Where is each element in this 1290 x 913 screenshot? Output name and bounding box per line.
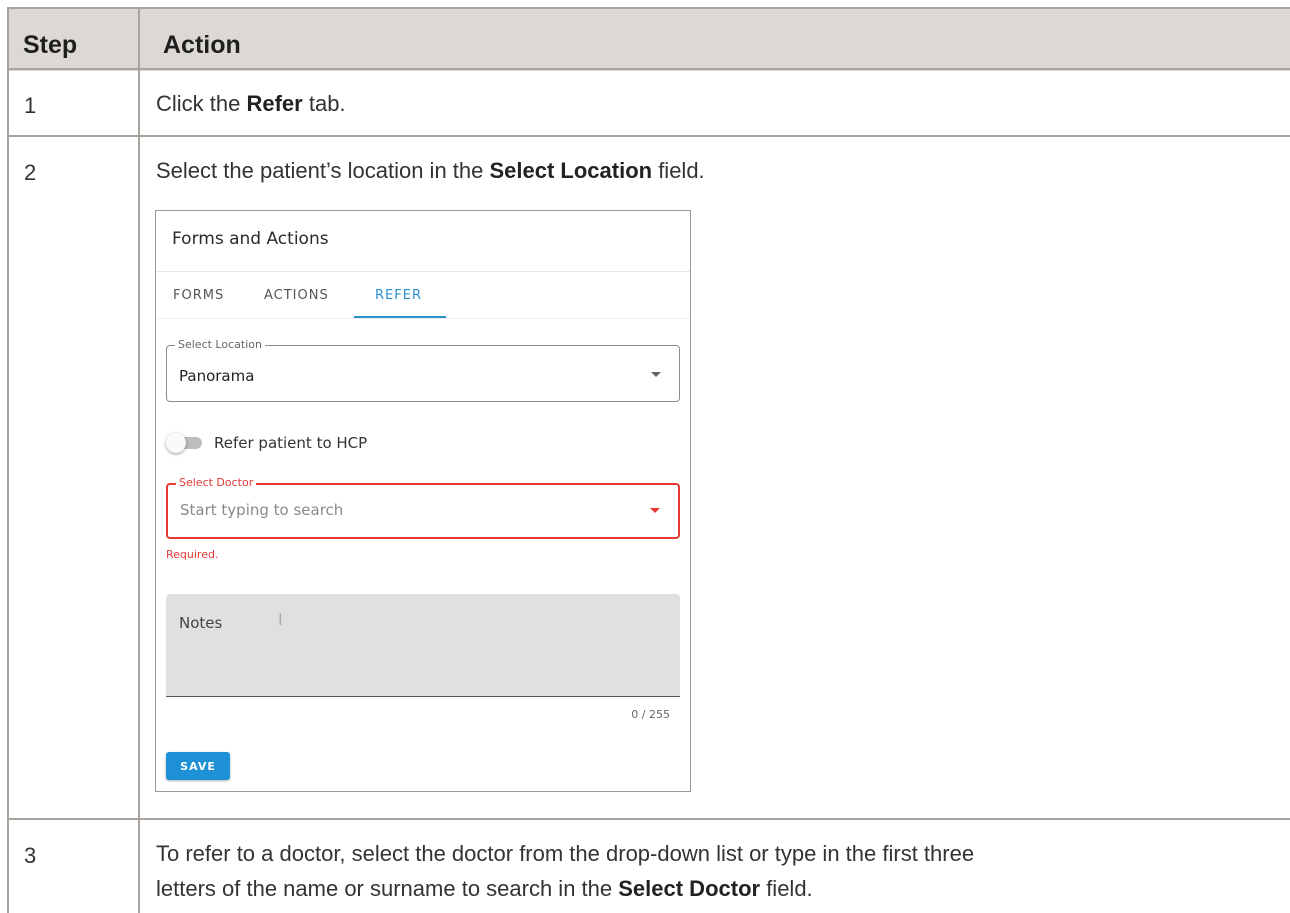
step-action: Select the patient’s location in the Sel… [156,158,705,183]
step-number: 3 [24,843,37,868]
chevron-down-icon[interactable] [650,508,660,513]
select-location-value: Panorama [179,367,255,385]
forms-and-actions-panel: Forms and Actions FORMS ACTIONS REFER Se… [155,210,691,792]
tab-refer[interactable]: REFER [375,288,422,303]
refer-hcp-label: Refer patient to HCP [214,434,368,452]
notes-char-counter: 0 / 255 [631,708,670,721]
text-cursor-icon: I [278,610,283,629]
step-action: Click the Refer tab. [156,91,346,116]
table-header: Step Action [7,7,1290,71]
select-doctor-label: Select Doctor [176,476,257,489]
save-button[interactable]: SAVE [166,752,230,780]
chevron-down-icon[interactable] [651,372,661,377]
header-step: Step [23,31,78,59]
step-action: To refer to a doctor, select the doctor … [156,841,975,901]
select-doctor-field[interactable]: Select Doctor Start typing to search [166,476,680,539]
header-action: Action [163,31,241,59]
panel-title: Forms and Actions [172,229,329,249]
notes-textarea[interactable]: Notes I [166,594,680,697]
table-border-left [7,7,9,913]
select-doctor-input[interactable]: Start typing to search [180,501,343,519]
step-number: 2 [24,160,37,185]
divider [156,318,690,319]
toggle-knob[interactable] [166,433,186,453]
tab-forms[interactable]: FORMS [173,288,224,303]
row-divider [7,68,1290,70]
notes-label: Notes [179,614,223,632]
table-column-divider [138,7,140,913]
row-divider [7,818,1290,820]
select-location-field[interactable]: Select Location Panorama [166,338,680,402]
select-location-label: Select Location [175,338,265,351]
divider [156,271,690,272]
required-error: Required. [166,548,219,561]
tab-actions[interactable]: ACTIONS [264,288,329,303]
row-divider [7,135,1290,137]
step-number: 1 [24,93,37,118]
